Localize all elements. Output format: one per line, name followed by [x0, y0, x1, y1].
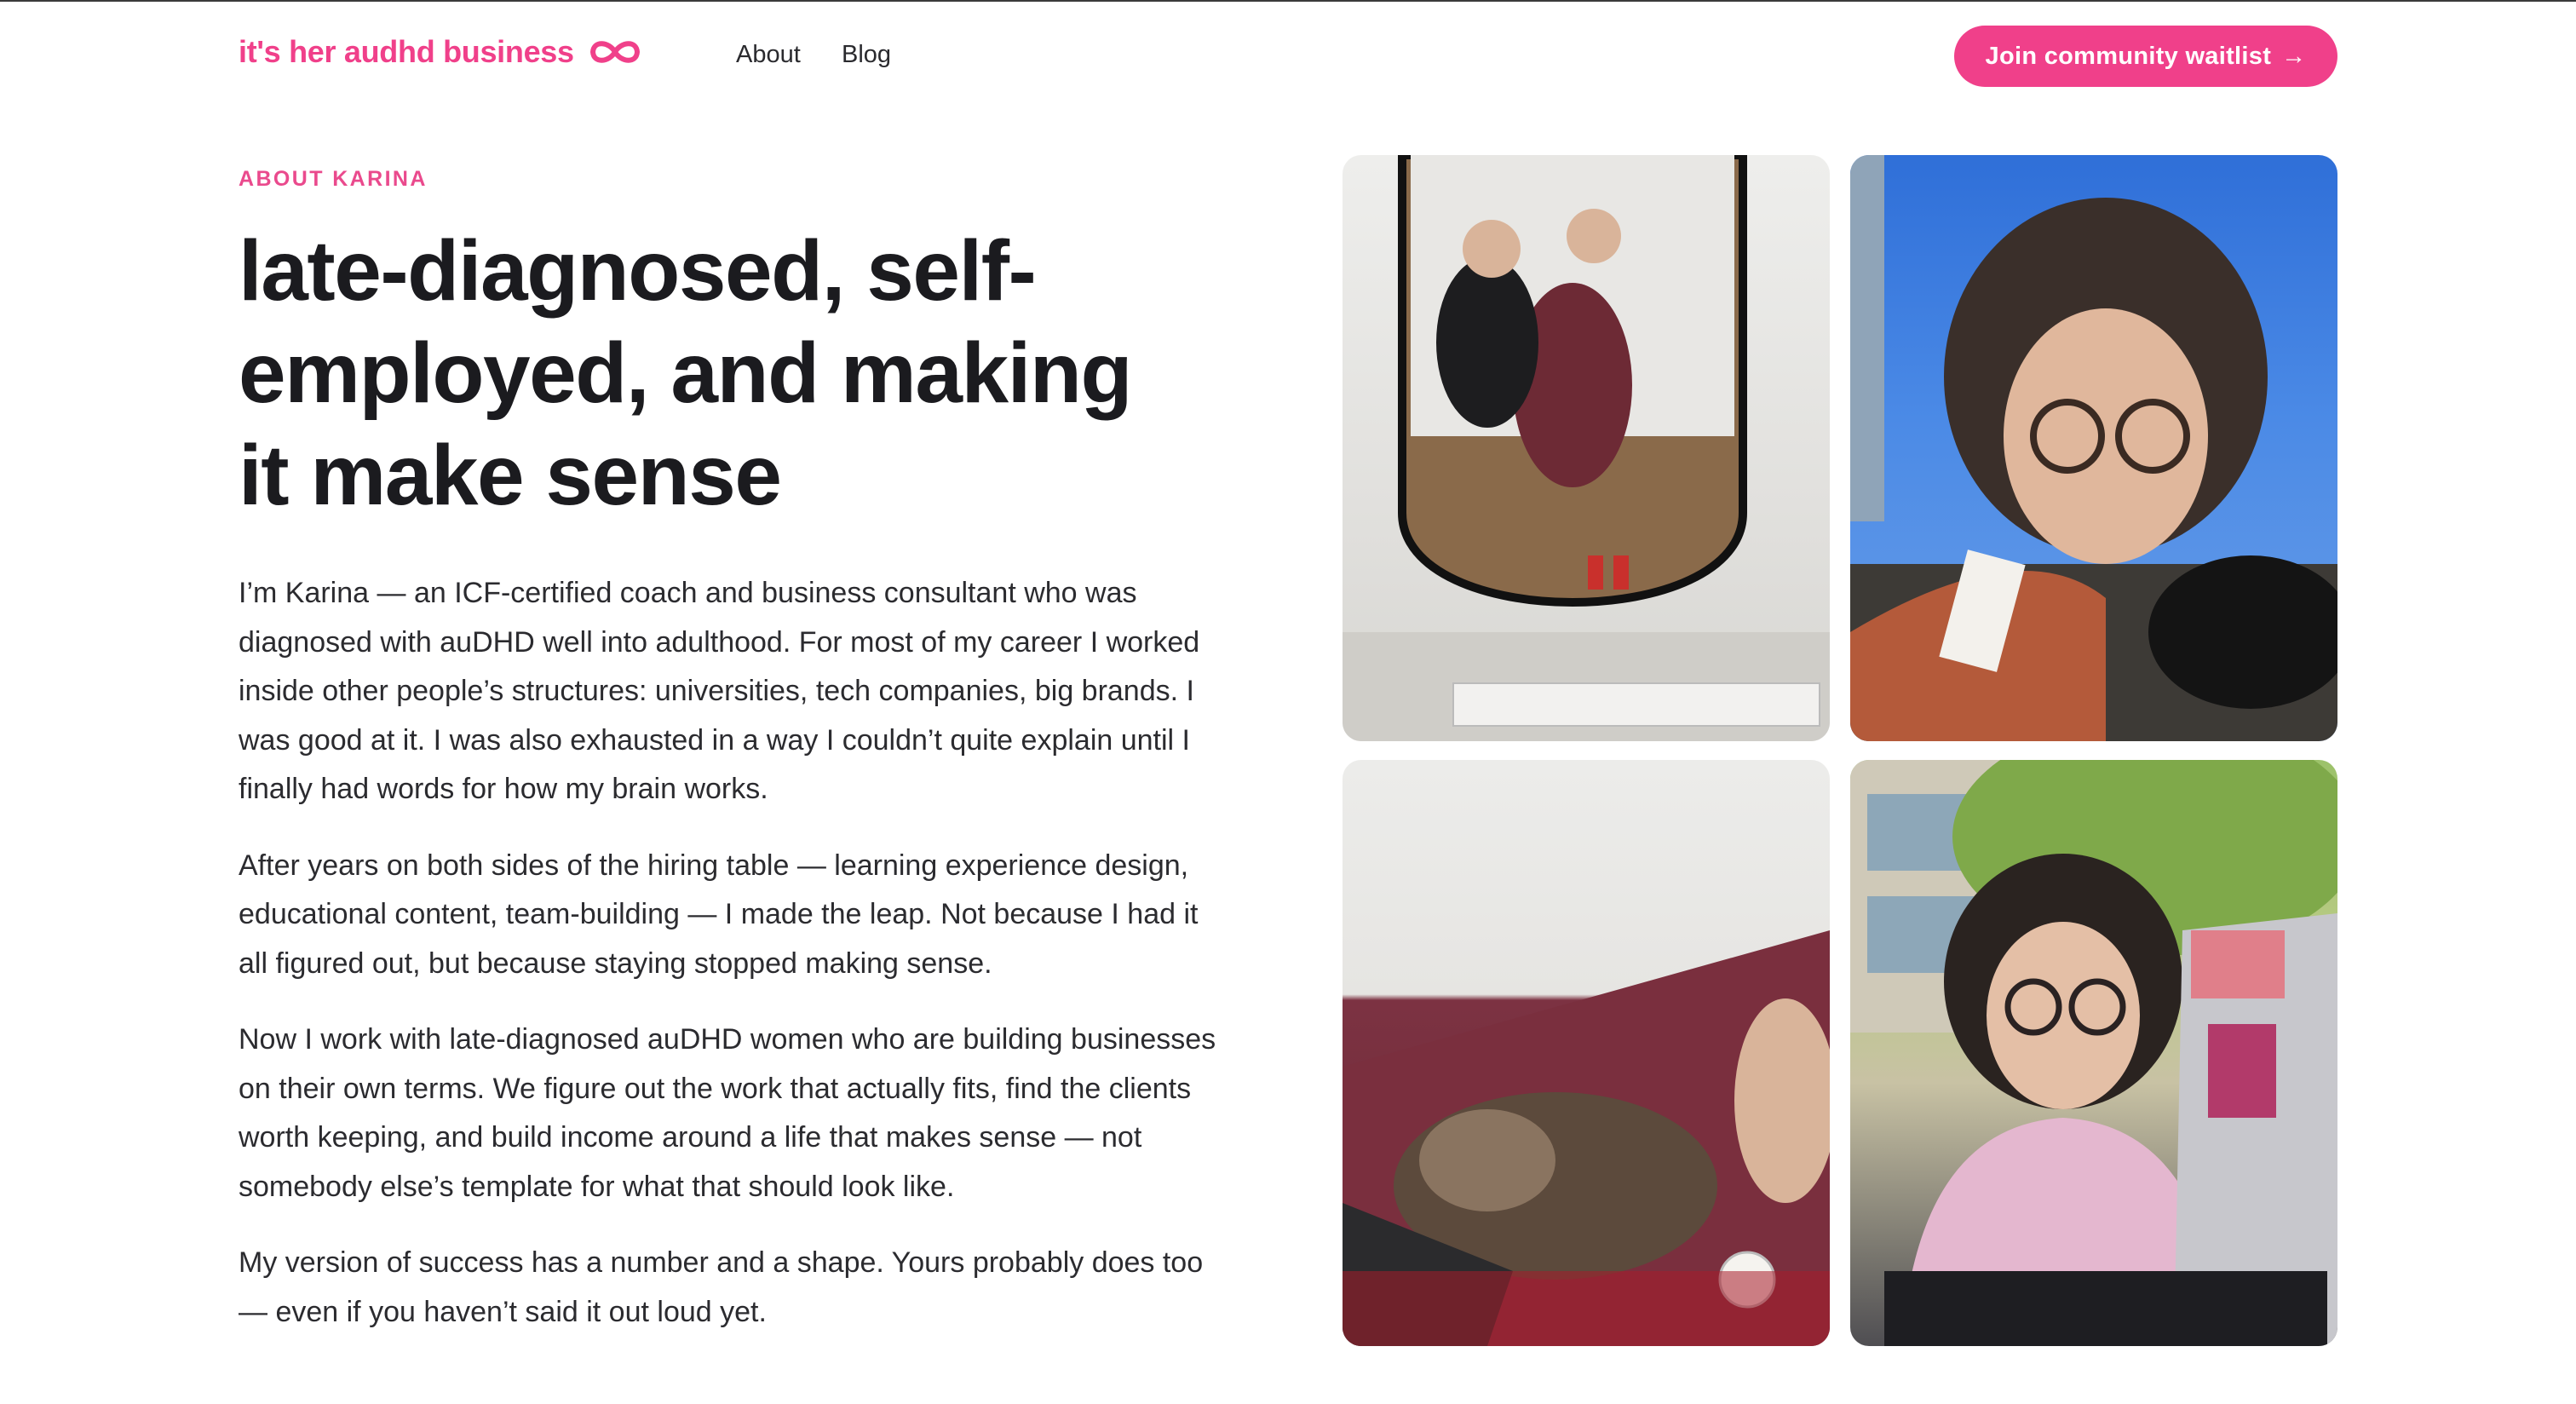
join-waitlist-button[interactable]: Join community waitlist →	[1954, 26, 2337, 87]
section-eyebrow: ABOUT KARINA	[239, 167, 428, 191]
about-paragraph-leap: After years on both sides of the hiring …	[239, 842, 1261, 989]
arrow-right-icon: →	[2281, 42, 2307, 70]
paragraph-line: worth keeping, and build income around a…	[239, 1121, 1142, 1154]
photo-cat-on-couch	[1343, 760, 1830, 1346]
nav-link-blog[interactable]: Blog	[842, 41, 891, 69]
join-waitlist-label: Join community waitlist	[1985, 42, 2272, 70]
paragraph-line: — even if you haven’t said it out loud y…	[239, 1295, 767, 1328]
page-headline: late-diagnosed, self- employed, and maki…	[239, 220, 1261, 526]
headline-line: late-diagnosed, self-	[239, 223, 1037, 319]
about-paragraph-success: My version of success has a number and a…	[239, 1239, 1261, 1337]
photo-portrait-plant	[1850, 155, 2337, 741]
paragraph-line: Now I work with late-diagnosed auDHD wom…	[239, 1023, 1216, 1056]
photo-mirror-selfie	[1343, 155, 1830, 741]
paragraph-line: After years on both sides of the hiring …	[239, 849, 1189, 882]
about-paragraph-work: Now I work with late-diagnosed auDHD wom…	[239, 1016, 1261, 1211]
headline-line: it make sense	[239, 428, 782, 523]
paragraph-line: finally had words for how my brain works…	[239, 773, 768, 805]
brand-name: it's her audhd business	[239, 34, 574, 69]
paragraph-line: on their own terms. We figure out the wo…	[239, 1072, 1192, 1105]
paragraph-line: diagnosed with auDHD well into adulthood…	[239, 625, 1200, 659]
paragraph-line: somebody else’s template for what that s…	[239, 1170, 955, 1203]
photo-laptop-outdoors	[1850, 760, 2337, 1346]
paragraph-line: I’m Karina — an ICF-certified coach and …	[239, 577, 1137, 609]
window-top-border	[0, 0, 2576, 2]
infinity-icon	[589, 41, 640, 63]
paragraph-line: was good at it. I was also exhausted in …	[239, 723, 1190, 757]
brand-logo-link[interactable]: it's her audhd business	[239, 34, 642, 70]
nav-link-about[interactable]: About	[736, 41, 801, 69]
headline-line: employed, and making	[239, 325, 1133, 421]
about-body: I’m Karina — an ICF-certified coach and …	[239, 569, 1261, 1364]
paragraph-line: inside other people’s structures: univer…	[239, 675, 1194, 707]
paragraph-line: educational content, team-building — I m…	[239, 898, 1199, 930]
site-header: it's her audhd business About Blog Join …	[239, 22, 2337, 89]
photo-gallery	[1343, 155, 2337, 1346]
paragraph-line: My version of success has a number and a…	[239, 1246, 1204, 1279]
about-paragraph-intro: I’m Karina — an ICF-certified coach and …	[239, 569, 1261, 814]
paragraph-line: all figured out, but because staying sto…	[239, 947, 992, 980]
